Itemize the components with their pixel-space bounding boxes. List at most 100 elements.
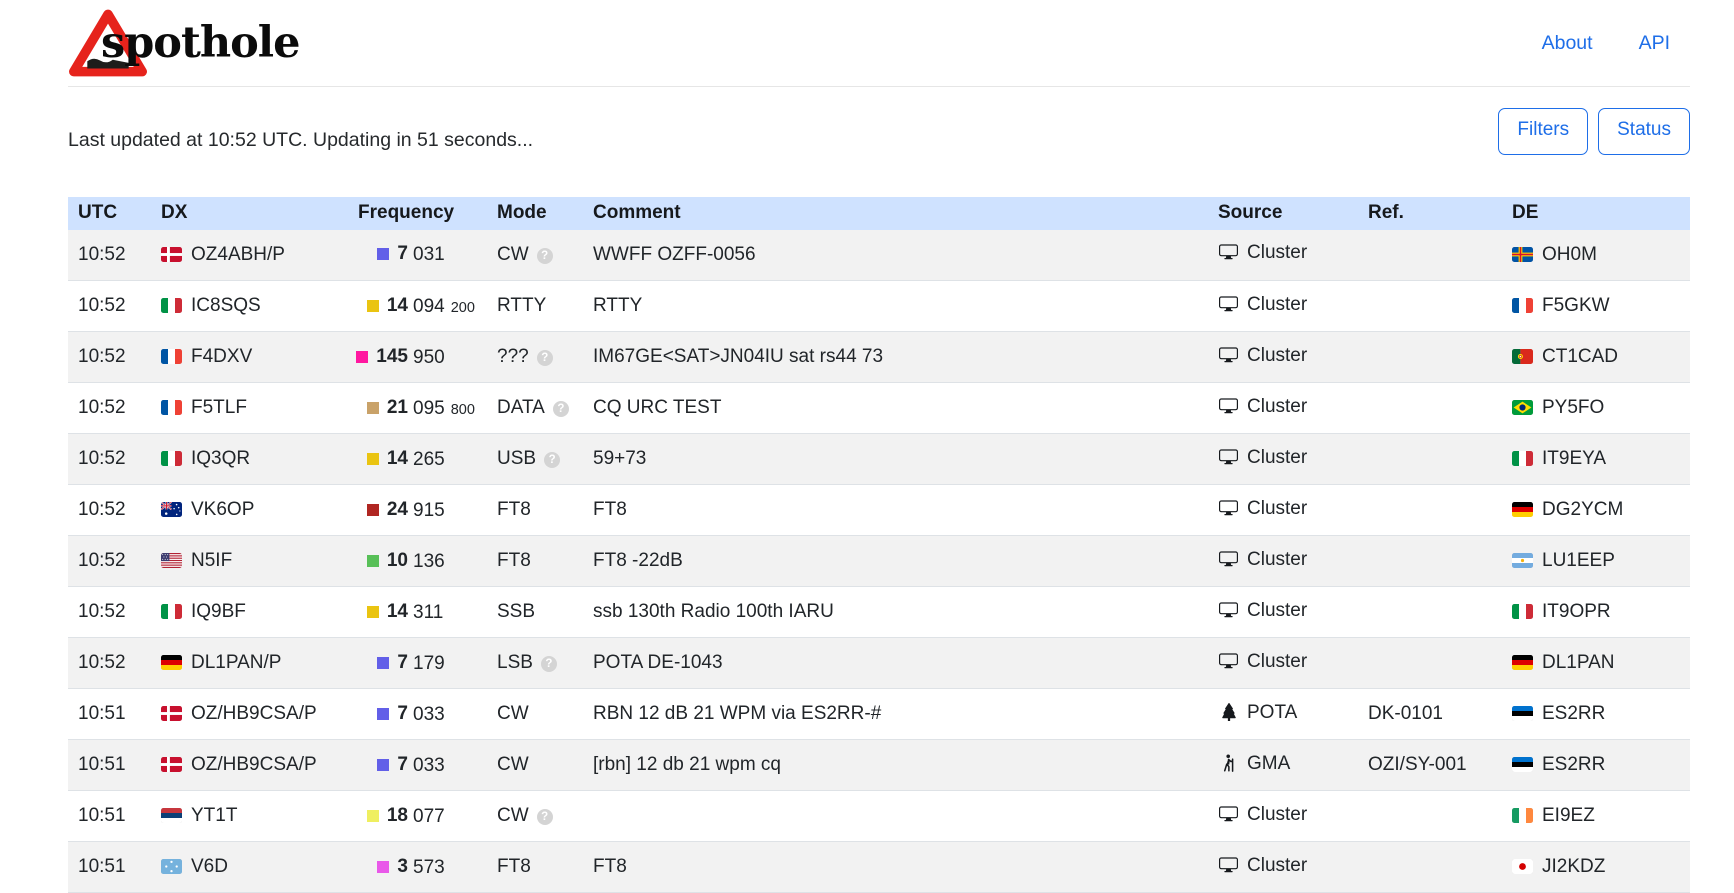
frequency-mhz[interactable]: 7 [397,754,408,776]
frequency-khz[interactable]: 094 [413,296,445,317]
frequency-mhz[interactable]: 14 [387,601,408,623]
status-button[interactable]: Status [1598,108,1690,155]
spot-frequency-cell: 7031 [348,230,487,281]
spot-time: 10:52 [68,383,151,434]
dx-callsign[interactable]: OZ/HB9CSA/P [191,754,317,775]
aland-flag-icon [1512,247,1533,262]
spot-ref[interactable]: OZI/SY-001 [1358,740,1502,791]
de-callsign[interactable]: JI2KDZ [1542,856,1605,877]
dx-callsign[interactable]: VK6OP [191,499,254,520]
mode-help-icon[interactable]: ? [537,350,553,366]
source-label: Cluster [1247,447,1307,468]
dx-callsign[interactable]: IC8SQS [191,295,261,316]
dx-callsign[interactable]: YT1T [191,805,237,826]
dx-callsign[interactable]: F5TLF [191,397,247,418]
frequency-khz[interactable]: 031 [413,244,445,265]
frequency-khz[interactable]: 136 [413,551,445,572]
nav-api-link[interactable]: API [1639,32,1670,55]
spot-row: 10:52 IQ3QR 14265 USB? 59+73 Cluster IT9… [68,434,1690,485]
frequency-mhz[interactable]: 7 [397,652,408,674]
dx-callsign[interactable]: V6D [191,856,228,877]
dx-callsign[interactable]: F4DXV [191,346,252,367]
spot-de-cell: CT1CAD [1502,332,1690,383]
mode-label: LSB [497,652,533,673]
frequency-khz[interactable]: 179 [413,653,445,674]
frequency-khz[interactable]: 033 [413,704,445,725]
frequency-mhz[interactable]: 3 [397,856,408,878]
de-callsign[interactable]: ES2RR [1542,754,1605,775]
france-flag-icon [161,349,182,364]
frequency-khz[interactable]: 095 [413,398,445,419]
spot-time: 10:52 [68,638,151,689]
frequency-mhz[interactable]: 18 [387,805,408,827]
spot-time: 10:52 [68,281,151,332]
de-callsign[interactable]: CT1CAD [1542,346,1618,367]
frequency-khz[interactable]: 915 [413,500,445,521]
de-callsign[interactable]: F5GKW [1542,295,1610,316]
frequency-mhz[interactable]: 145 [376,346,408,368]
frequency-khz[interactable]: 573 [413,857,445,878]
frequency-mhz[interactable]: 24 [387,499,408,521]
source-label: Cluster [1247,855,1307,876]
spot-comment: RTTY [583,281,1208,332]
nav-about-link[interactable]: About [1542,32,1593,55]
spot-ref[interactable]: DK-0101 [1358,689,1502,740]
de-callsign[interactable]: ES2RR [1542,703,1605,724]
spot-ref [1358,587,1502,638]
tree-icon [1218,703,1239,727]
dx-callsign[interactable]: N5IF [191,550,232,571]
frequency-khz[interactable]: 033 [413,755,445,776]
spot-row: 10:51 OZ/HB9CSA/P 7033 CW RBN 12 dB 21 W… [68,689,1690,740]
last-updated-text: Last updated at 10:52 UTC. Updating in 5… [68,129,533,155]
spot-de-cell: IT9EYA [1502,434,1690,485]
dx-callsign[interactable]: IQ9BF [191,601,246,622]
spot-row: 10:52 IC8SQS 14094200 RTTY RTTY Cluster … [68,281,1690,332]
spot-frequency-cell: 3573 [348,842,487,893]
frequency-mhz[interactable]: 14 [387,448,408,470]
de-callsign[interactable]: DL1PAN [1542,652,1615,673]
mode-help-icon[interactable]: ? [553,401,569,417]
mode-help-icon[interactable]: ? [541,656,557,672]
spot-frequency-cell: 7033 [348,689,487,740]
spot-source-cell: Cluster [1208,791,1358,842]
frequency-khz[interactable]: 077 [413,806,445,827]
de-callsign[interactable]: LU1EEP [1542,550,1615,571]
frequency-mhz[interactable]: 7 [397,703,408,725]
spot-comment: CQ URC TEST [583,383,1208,434]
frequency-mhz[interactable]: 7 [397,243,408,265]
band-color-icon [377,759,389,771]
de-callsign[interactable]: DG2YCM [1542,499,1623,520]
frequency-mhz[interactable]: 14 [387,295,408,317]
frequency-khz[interactable]: 950 [413,347,445,368]
frequency-mhz[interactable]: 21 [387,397,408,419]
source-label: GMA [1247,753,1290,774]
de-callsign[interactable]: PY5FO [1542,397,1604,418]
col-header-frequency: Frequency [348,197,487,230]
spot-mode-cell: CW? [487,791,583,842]
source-label: Cluster [1247,294,1307,315]
col-header-comment: Comment [583,197,1208,230]
dx-callsign[interactable]: DL1PAN/P [191,652,281,673]
brand-logo[interactable]: spothole [68,8,299,78]
spot-comment [583,791,1208,842]
filters-button[interactable]: Filters [1498,108,1588,155]
spot-de-cell: OH0M [1502,230,1690,281]
dx-callsign[interactable]: OZ4ABH/P [191,244,285,265]
de-callsign[interactable]: OH0M [1542,244,1597,265]
de-callsign[interactable]: IT9EYA [1542,448,1606,469]
frequency-khz[interactable]: 265 [413,449,445,470]
spot-mode-cell: LSB? [487,638,583,689]
mode-help-icon[interactable]: ? [537,809,553,825]
spot-dx-cell: DL1PAN/P [151,638,348,689]
de-callsign[interactable]: IT9OPR [1542,601,1611,622]
mode-help-icon[interactable]: ? [544,452,560,468]
mode-label: RTTY [497,295,546,316]
spot-frequency-cell: 145950 [348,332,487,383]
de-callsign[interactable]: EI9EZ [1542,805,1595,826]
dx-callsign[interactable]: IQ3QR [191,448,250,469]
frequency-mhz[interactable]: 10 [387,550,408,572]
mode-help-icon[interactable]: ? [537,248,553,264]
mode-label: CW [497,805,529,826]
dx-callsign[interactable]: OZ/HB9CSA/P [191,703,317,724]
frequency-khz[interactable]: 311 [413,602,443,623]
